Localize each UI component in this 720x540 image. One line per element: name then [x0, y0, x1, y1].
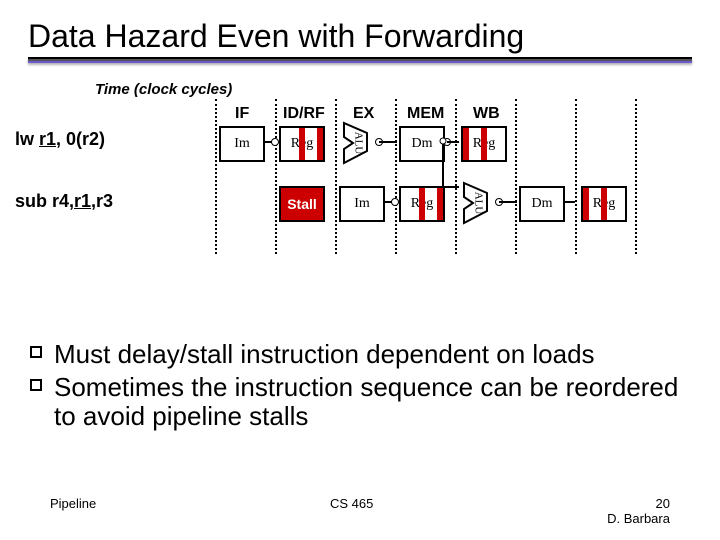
footer-left: Pipeline [50, 496, 96, 526]
wire [563, 201, 575, 203]
stage-label-idrf: ID/RF [283, 105, 325, 123]
cycle-divider [515, 99, 517, 254]
cycle-divider [575, 99, 577, 254]
footer-center: CS 465 [330, 496, 373, 526]
time-label: Time (clock cycles) [95, 81, 232, 98]
unit-reg: Reg [399, 186, 445, 222]
cycle-divider [275, 99, 277, 254]
bullet-list: Must delay/stall instruction dependent o… [30, 340, 680, 435]
wire [379, 141, 397, 143]
stage-label-wb: WB [473, 105, 500, 123]
port [391, 198, 399, 206]
cycle-divider [335, 99, 337, 254]
instr-lw: lw r1, 0(r2) [15, 129, 105, 150]
unit-im: Im [339, 186, 385, 222]
unit-dm: Dm [519, 186, 565, 222]
cycle-divider [215, 99, 217, 254]
port [271, 138, 279, 146]
stage-label-mem: MEM [407, 105, 444, 123]
instr-sub: sub r4,r1,r3 [15, 191, 113, 212]
bullet-item: Must delay/stall instruction dependent o… [30, 340, 680, 369]
page-title: Data Hazard Even with Forwarding [0, 0, 720, 57]
bullet-marker-icon [30, 379, 42, 391]
unit-im: Im [219, 126, 265, 162]
stage-label-if: IF [235, 105, 249, 123]
cycle-divider [635, 99, 637, 254]
bullet-marker-icon [30, 346, 42, 358]
unit-stall: Stall [279, 186, 325, 222]
cycle-divider [395, 99, 397, 254]
wire [499, 201, 517, 203]
unit-reg: Reg [581, 186, 627, 222]
title-underline [28, 57, 692, 63]
unit-dm: Dm [399, 126, 445, 162]
unit-reg: Reg [279, 126, 325, 162]
footer-right: 20D. Barbara [607, 496, 670, 526]
footer: Pipeline CS 465 20D. Barbara [0, 496, 720, 526]
bullet-item: Sometimes the instruction sequence can b… [30, 373, 680, 431]
pipeline-diagram: Time (clock cycles) IF ID/RF EX MEM WB l… [95, 81, 655, 261]
forwarding-wire [441, 139, 475, 193]
